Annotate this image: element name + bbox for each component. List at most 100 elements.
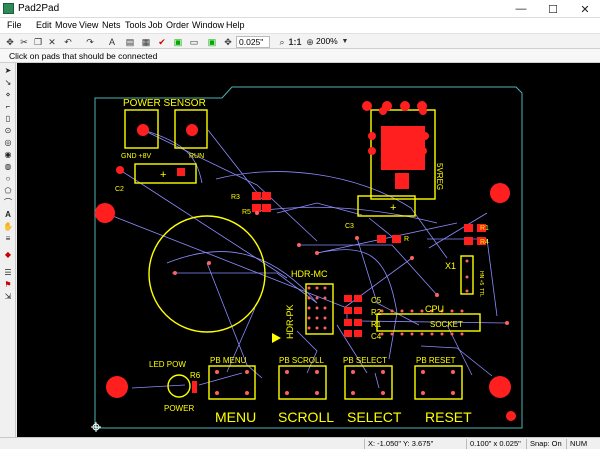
c2-label: C2 bbox=[115, 186, 124, 193]
chevron-down-icon[interactable]: ▼ bbox=[339, 36, 351, 48]
hint-text: Click on pads that should be connected bbox=[9, 51, 158, 61]
corner-tool-icon[interactable]: ⌐ bbox=[2, 102, 14, 112]
pointer-tool-icon[interactable]: ➤ bbox=[2, 66, 14, 76]
table-icon[interactable]: ▦ bbox=[140, 36, 152, 48]
ttl-label: TTL bbox=[478, 288, 484, 297]
polygon-tool-icon[interactable]: ⬠ bbox=[2, 186, 14, 196]
fill-tool-icon[interactable]: ◍ bbox=[2, 162, 14, 172]
pb-menu-label: PB MENU bbox=[210, 356, 247, 365]
line-tool-icon[interactable]: ≡ bbox=[2, 234, 14, 244]
pin1-marker bbox=[272, 333, 281, 343]
app-icon bbox=[3, 3, 14, 14]
menu-order[interactable]: Order bbox=[166, 20, 189, 30]
c5-label: C5 bbox=[371, 296, 382, 305]
arc-tool-icon[interactable]: ⌒ bbox=[2, 198, 14, 208]
pcb-canvas[interactable]: POWER SENSOR GND +8V RUN C2 + R3 R5 C3 +… bbox=[17, 63, 600, 437]
title-bar: Pad2Pad — ☐ ✕ bbox=[0, 0, 600, 18]
text-icon[interactable]: A bbox=[106, 36, 118, 48]
order-icon[interactable]: ▣ bbox=[206, 36, 218, 48]
clk-label: HN +5 bbox=[478, 271, 484, 286]
menu-tools[interactable]: Tools bbox=[125, 20, 146, 30]
menu-job[interactable]: Job bbox=[148, 20, 163, 30]
r-label: R bbox=[404, 236, 409, 243]
socket-label: SOCKET bbox=[430, 320, 463, 329]
redo-icon[interactable]: ↷ bbox=[84, 36, 96, 48]
r5-label: R5 bbox=[242, 209, 251, 216]
buzzer-outline bbox=[148, 215, 266, 333]
text-tool-icon[interactable]: A bbox=[2, 210, 14, 220]
left-toolbox: ➤ ↘ ⋄ ⌐ ▯ ⊙ ◎ ◉ ◍ ○ ⬠ ⌒ A ✋ ≡ ◆ ☰ ⚑ ⇲ bbox=[0, 63, 16, 437]
layers-tool-icon[interactable]: ◆ bbox=[2, 250, 14, 260]
c4-label: C4 bbox=[371, 332, 382, 341]
c2-plus: + bbox=[160, 169, 166, 181]
pb-reset-label: PB RESET bbox=[416, 356, 456, 365]
close-button[interactable]: ✕ bbox=[570, 0, 600, 18]
menu-window[interactable]: Window bbox=[192, 20, 224, 30]
gnd-label: GND +8V bbox=[121, 153, 151, 160]
grid-value-field[interactable]: 0.025" bbox=[236, 36, 270, 48]
r1b-label: R1 bbox=[371, 320, 382, 329]
minimize-button[interactable]: — bbox=[506, 0, 536, 18]
r6-label: R6 bbox=[190, 371, 201, 380]
menu-nets[interactable]: Nets bbox=[102, 20, 121, 30]
pad-tool-icon[interactable]: ⊙ bbox=[2, 126, 14, 136]
copy-icon[interactable]: ❐ bbox=[32, 36, 44, 48]
power-sensor-label: POWER SENSOR bbox=[123, 98, 206, 109]
toolbar: ✥ ✂ ❐ ✕ ↶ ↷ A ▤ ▦ ✔ ▣ ▭ ▣ ✥ 0.025" ⌕ 1:1… bbox=[0, 33, 600, 49]
crosshair-cursor-icon bbox=[91, 422, 101, 432]
scroll-silk-label: SCROLL bbox=[278, 409, 334, 425]
r4-label: R4 bbox=[480, 239, 489, 246]
pb-scroll-label: PB SCROLL bbox=[279, 356, 324, 365]
rect-tool-icon[interactable]: ▯ bbox=[2, 114, 14, 124]
drc-tool-icon[interactable]: ⚑ bbox=[2, 280, 14, 290]
menu-view[interactable]: View bbox=[79, 20, 98, 30]
status-grid: 0.100" x 0.025" bbox=[466, 439, 524, 449]
via-tool-icon[interactable]: ◎ bbox=[2, 138, 14, 148]
r1-label: R1 bbox=[480, 225, 489, 232]
hdr-mc-label: HDR-MC bbox=[291, 269, 328, 279]
hdr-pk-label: HDR-PK bbox=[285, 304, 295, 339]
menu-bar: File Edit Move View Nets Tools Job Order… bbox=[0, 18, 600, 33]
layers-icon[interactable]: ▤ bbox=[124, 36, 136, 48]
move-cursor-icon[interactable]: ✥ bbox=[4, 36, 16, 48]
hand-tool-icon[interactable]: ✋ bbox=[2, 222, 14, 232]
trace-tool-icon[interactable]: ↘ bbox=[2, 78, 14, 88]
status-coords: X: -1.050" Y: 3.675" bbox=[364, 439, 462, 449]
menu-move[interactable]: Move bbox=[55, 20, 77, 30]
status-snap: Snap: On bbox=[526, 439, 564, 449]
measure-tool-icon[interactable]: ⇲ bbox=[2, 292, 14, 302]
r2-label: R2 bbox=[371, 308, 382, 317]
reset-silk-label: RESET bbox=[425, 409, 472, 425]
pcb-drawing[interactable]: POWER SENSOR GND +8V RUN C2 + R3 R5 C3 +… bbox=[17, 63, 600, 437]
pb-select-label: PB SELECT bbox=[343, 356, 387, 365]
r3-label: R3 bbox=[231, 194, 240, 201]
eye-tool-icon[interactable]: ◉ bbox=[2, 150, 14, 160]
status-num: NUM bbox=[566, 439, 596, 449]
vreg-label: 5VREG bbox=[435, 163, 444, 190]
window-title: Pad2Pad bbox=[18, 3, 60, 14]
grid-icon[interactable]: ✥ bbox=[222, 36, 234, 48]
node-tool-icon[interactable]: ⋄ bbox=[2, 90, 14, 100]
cut-icon[interactable]: ✂ bbox=[18, 36, 30, 48]
status-bar: X: -1.050" Y: 3.675" 0.100" x 0.025" Sna… bbox=[0, 437, 600, 449]
maximize-button[interactable]: ☐ bbox=[538, 0, 568, 18]
delete-icon[interactable]: ✕ bbox=[46, 36, 58, 48]
circle-tool-icon[interactable]: ○ bbox=[2, 174, 14, 184]
x1-label: X1 bbox=[445, 261, 456, 271]
led-pow-label: LED POW bbox=[149, 360, 186, 369]
bom-icon[interactable]: ▣ bbox=[172, 36, 184, 48]
undo-icon[interactable]: ↶ bbox=[62, 36, 74, 48]
menu-file[interactable]: File bbox=[7, 20, 22, 30]
select-silk-label: SELECT bbox=[347, 409, 402, 425]
select-icon[interactable]: ▭ bbox=[188, 36, 200, 48]
menu-edit[interactable]: Edit bbox=[36, 20, 52, 30]
check-icon[interactable]: ✔ bbox=[156, 36, 168, 48]
zoom-ratio-button[interactable]: 1:1 bbox=[288, 36, 302, 48]
menu-silk-label: MENU bbox=[215, 409, 256, 425]
zoom-icon[interactable]: ⌕ bbox=[276, 36, 288, 48]
cpu-label: CPU bbox=[425, 304, 444, 314]
power-label: POWER bbox=[164, 404, 194, 413]
menu-help[interactable]: Help bbox=[226, 20, 245, 30]
list-tool-icon[interactable]: ☰ bbox=[2, 268, 14, 278]
c3-label: C3 bbox=[345, 223, 354, 230]
